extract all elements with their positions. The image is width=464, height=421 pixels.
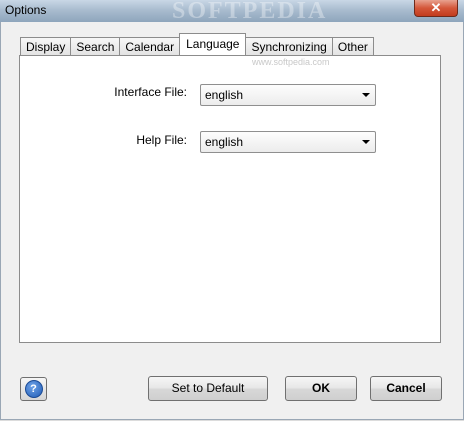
tab-other[interactable]: Other (331, 37, 374, 55)
tab-calendar[interactable]: Calendar (119, 37, 181, 55)
help-file-label: Help File: (136, 133, 187, 147)
interface-file-label: Interface File: (114, 85, 187, 99)
help-file-select[interactable]: english (200, 131, 376, 153)
title-bar: Options SOFTPEDIA ✕ (0, 0, 464, 24)
tab-language[interactable]: Language (179, 33, 247, 55)
cancel-button[interactable]: Cancel (370, 376, 442, 401)
window-title: Options (5, 3, 47, 17)
close-button[interactable]: ✕ (414, 0, 458, 17)
tab-synchronizing[interactable]: Synchronizing (245, 37, 333, 55)
close-icon: ✕ (430, 0, 442, 15)
softpedia-url-watermark: www.softpedia.com (252, 57, 330, 67)
help-icon: ? (24, 380, 43, 398)
interface-file-value: english (205, 88, 244, 102)
chevron-down-icon (362, 140, 370, 144)
tab-display[interactable]: Display (20, 37, 72, 55)
tab-search[interactable]: Search (70, 37, 121, 55)
tab-strip: Display Search Calendar Language Synchro… (20, 33, 374, 55)
ok-button[interactable]: OK (285, 376, 357, 401)
chevron-down-icon (362, 93, 370, 97)
set-to-default-button[interactable]: Set to Default (148, 376, 268, 401)
interface-file-select[interactable]: english (200, 84, 376, 106)
help-button[interactable]: ? (20, 377, 47, 401)
help-file-value: english (205, 135, 244, 149)
language-panel: www.softpedia.com Interface File: englis… (19, 55, 441, 343)
